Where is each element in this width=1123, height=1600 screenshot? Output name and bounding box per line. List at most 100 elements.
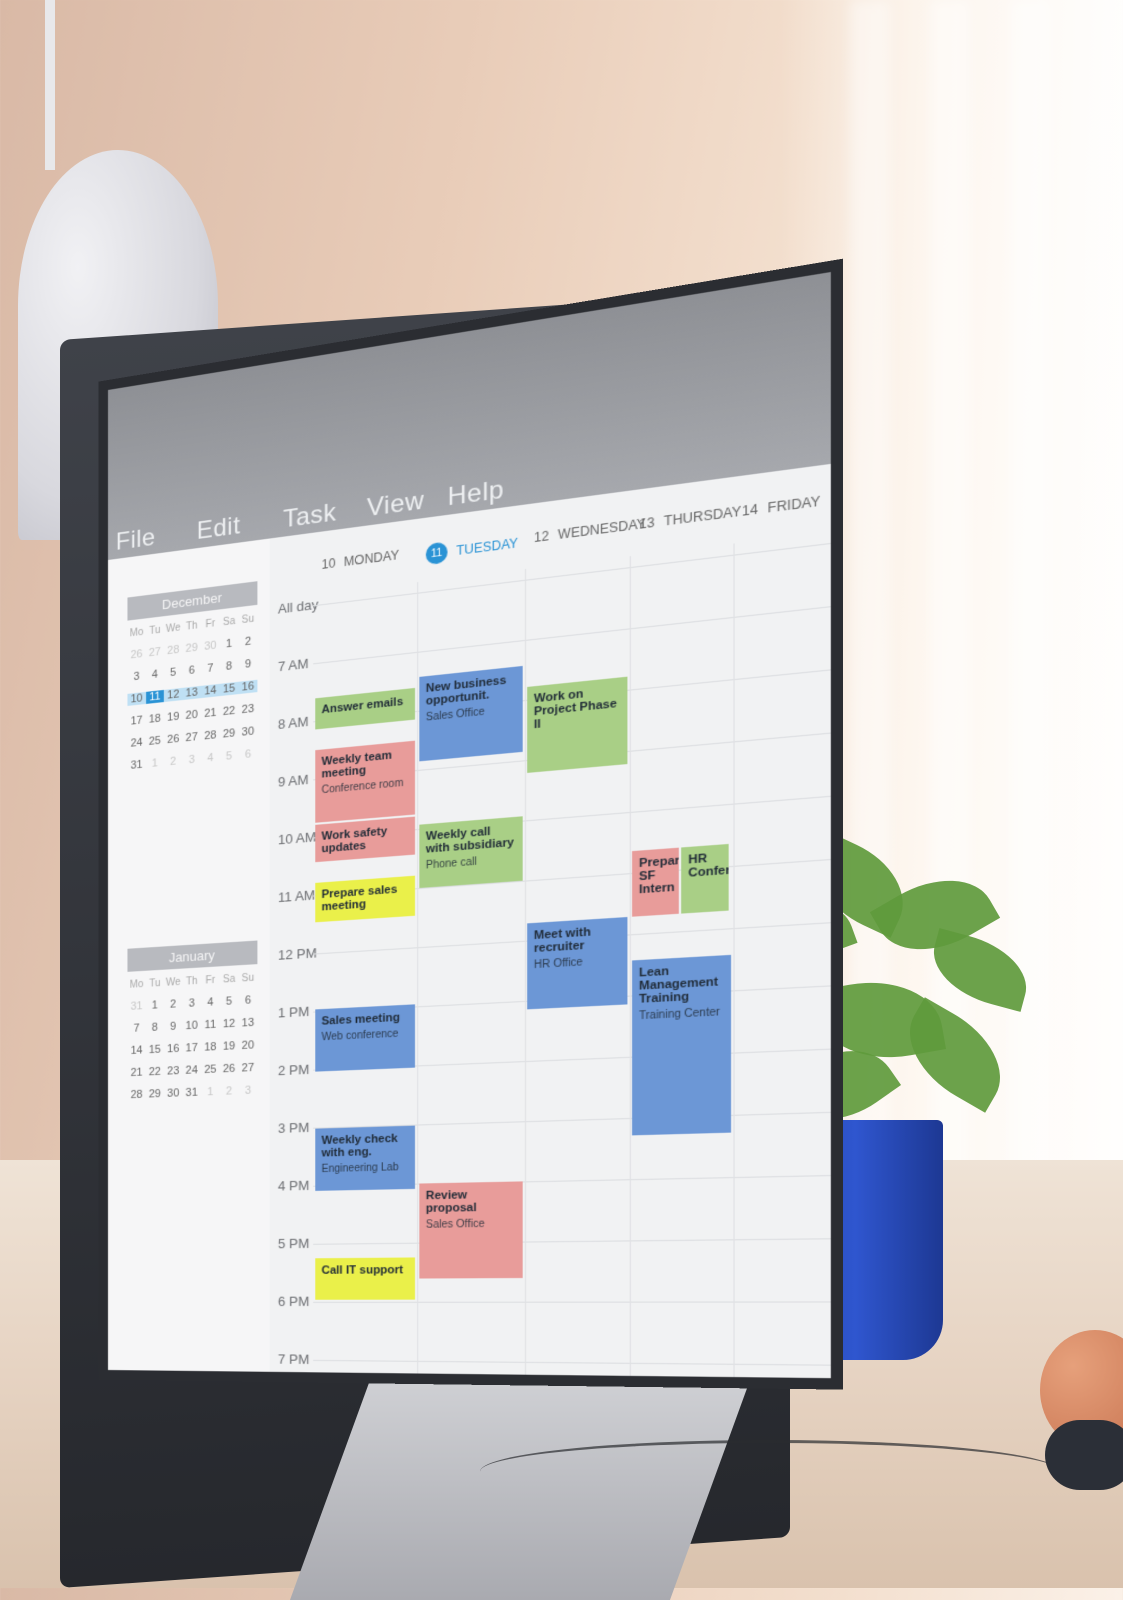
mini-calendar-day[interactable]: 22 (146, 1066, 164, 1079)
mini-calendar-day[interactable]: 15 (219, 681, 239, 697)
mini-calendar-day[interactable]: 25 (146, 734, 164, 748)
mini-calendar-day[interactable]: 30 (238, 725, 257, 739)
mini-calendar-day[interactable]: 28 (127, 1089, 145, 1102)
mini-calendar-day[interactable]: 17 (182, 1042, 201, 1055)
mini-calendar-day[interactable]: 26 (220, 1062, 239, 1076)
mini-calendar-day[interactable]: 6 (238, 748, 257, 762)
mini-calendar-day[interactable]: 20 (238, 1039, 257, 1052)
mini-calendar-day[interactable]: 26 (127, 648, 145, 662)
mini-calendar-day[interactable]: 23 (238, 702, 257, 717)
mini-calendar-day[interactable]: 3 (127, 670, 145, 684)
mini-calendar-day[interactable]: 18 (146, 712, 164, 726)
mini-calendar-day[interactable]: 19 (164, 710, 182, 724)
day-header-friday[interactable]: 14 FRIDAY (742, 493, 820, 519)
mini-calendar-day[interactable]: 27 (146, 645, 164, 659)
menu-file[interactable]: File (116, 523, 156, 557)
calendar-event[interactable]: Prepare sales meeting (315, 875, 416, 923)
mini-calendar-day[interactable]: 2 (164, 755, 182, 769)
menu-edit[interactable]: Edit (197, 512, 241, 546)
day-header-monday[interactable]: 10 MONDAY (322, 548, 399, 572)
mini-calendar-day[interactable]: 21 (201, 706, 220, 720)
mini-calendar-day[interactable]: 4 (146, 668, 164, 682)
mini-calendar-day[interactable]: 31 (182, 1086, 201, 1100)
mini-calendar-day[interactable]: 2 (164, 998, 182, 1011)
mini-calendar-day[interactable]: 24 (127, 736, 145, 750)
mini-calendar-day[interactable]: 16 (164, 1043, 182, 1056)
mini-calendar-day[interactable]: 3 (182, 997, 201, 1010)
mini-calendar-day[interactable]: 21 (127, 1066, 145, 1080)
mini-calendar-day[interactable]: 11 (145, 689, 164, 704)
mini-calendar-day[interactable]: 20 (182, 708, 201, 722)
mini-calendar-day[interactable]: 2 (238, 635, 257, 649)
calendar-event[interactable]: HR Conference (681, 843, 729, 914)
mini-calendar-day[interactable]: 24 (182, 1064, 201, 1077)
mini-calendar-day[interactable]: 1 (220, 637, 239, 651)
mini-calendar-day[interactable]: 9 (164, 1020, 182, 1033)
mini-calendar-day[interactable]: 1 (201, 1086, 220, 1099)
menu-view[interactable]: View (367, 486, 424, 523)
mini-calendar-day[interactable]: 13 (238, 1016, 257, 1030)
mini-calendar-day[interactable]: 4 (201, 751, 220, 765)
mini-calendar-day[interactable]: 27 (238, 1062, 257, 1075)
mini-calendar-day[interactable]: 30 (201, 639, 220, 653)
mini-calendar-day[interactable]: 29 (146, 1088, 164, 1101)
mini-calendar-day[interactable]: 23 (164, 1065, 182, 1078)
mini-calendar-day[interactable]: 25 (201, 1063, 220, 1076)
mini-calendar-day[interactable]: 22 (220, 704, 239, 719)
calendar-event[interactable]: Call IT support (315, 1257, 416, 1300)
calendar-event[interactable]: Work on Project Phase II (527, 676, 628, 773)
calendar-event[interactable]: Prepare SF Intern (632, 847, 679, 917)
mini-calendar-day[interactable]: 13 (182, 685, 201, 701)
mini-calendar-day[interactable]: 6 (238, 994, 257, 1007)
mini-calendar-day[interactable]: 31 (127, 758, 145, 772)
calendar-event[interactable]: Weekly check with eng. Engineering Lab (315, 1125, 416, 1191)
mini-calendar-day[interactable]: 1 (146, 999, 164, 1012)
mini-calendar-day[interactable]: 8 (146, 1021, 164, 1034)
mini-calendar-day[interactable]: 30 (164, 1087, 182, 1100)
day-header-wednesday[interactable]: 12 WEDNESDAY (534, 516, 646, 545)
mini-calendar-day[interactable]: 2 (220, 1085, 239, 1098)
day-header-tuesday[interactable]: 11 TUESDAY (425, 532, 518, 566)
mini-calendar-day[interactable]: 15 (146, 1043, 164, 1057)
mini-calendar-day[interactable]: 10 (127, 691, 146, 706)
mini-calendar-day[interactable]: 26 (164, 732, 182, 746)
mini-calendar-day[interactable]: 7 (127, 1022, 145, 1035)
mini-calendar-day[interactable]: 3 (182, 753, 201, 767)
calendar-event[interactable]: Lean Management Training Training Center (632, 954, 732, 1136)
mini-calendar-day[interactable]: 27 (182, 731, 201, 745)
mini-calendar-day[interactable]: 7 (201, 661, 220, 675)
mini-calendar-day[interactable]: 14 (127, 1044, 145, 1057)
calendar-event[interactable]: Weekly call with subsidiary Phone call (419, 816, 523, 889)
mini-calendar-day[interactable]: 3 (238, 1084, 257, 1097)
mini-calendar-day[interactable]: 19 (220, 1040, 239, 1053)
mini-calendar-day[interactable]: 1 (146, 757, 164, 771)
mini-calendar-day[interactable]: 11 (201, 1018, 220, 1032)
mini-calendar-day[interactable]: 12 (163, 687, 183, 703)
mini-calendar-day[interactable]: 6 (182, 664, 201, 678)
calendar-event[interactable]: Answer emails (315, 687, 416, 730)
mini-calendar-day[interactable]: 9 (238, 657, 257, 671)
mini-calendar-day[interactable]: 31 (127, 1000, 145, 1013)
mini-calendar-day[interactable]: 17 (127, 714, 145, 728)
calendar-event[interactable]: Sales meeting Web conference (315, 1004, 416, 1072)
mini-calendar-day[interactable]: 18 (201, 1041, 220, 1054)
calendar-event[interactable]: New business opportunit. Sales Office (419, 665, 523, 762)
mini-calendar-day[interactable]: 28 (164, 643, 182, 658)
mini-calendar-day[interactable]: 14 (200, 683, 220, 699)
mini-calendar-day[interactable]: 5 (220, 995, 239, 1008)
mini-calendar-day[interactable]: 29 (182, 641, 201, 656)
day-header-thursday[interactable]: 13 THURSDAY (639, 504, 741, 532)
mini-calendar-day[interactable]: 10 (182, 1019, 201, 1032)
mini-calendar-day[interactable]: 29 (220, 727, 239, 741)
menu-task[interactable]: Task (283, 498, 336, 534)
mini-calendar-day[interactable]: 8 (220, 659, 239, 673)
mini-calendar-day[interactable]: 5 (164, 666, 182, 680)
calendar-event[interactable]: Work safety updates (315, 816, 416, 863)
mini-calendar-day[interactable]: 12 (220, 1017, 239, 1031)
calendar-event[interactable]: Weekly team meeting Conference room (315, 740, 416, 823)
calendar-event[interactable]: Review proposal Sales Office (419, 1181, 523, 1279)
mini-calendar-day[interactable]: 4 (201, 996, 220, 1009)
mini-calendar-day[interactable]: 5 (220, 749, 239, 763)
menu-help[interactable]: Help (448, 475, 505, 513)
mini-calendar-day[interactable]: 28 (201, 729, 220, 743)
